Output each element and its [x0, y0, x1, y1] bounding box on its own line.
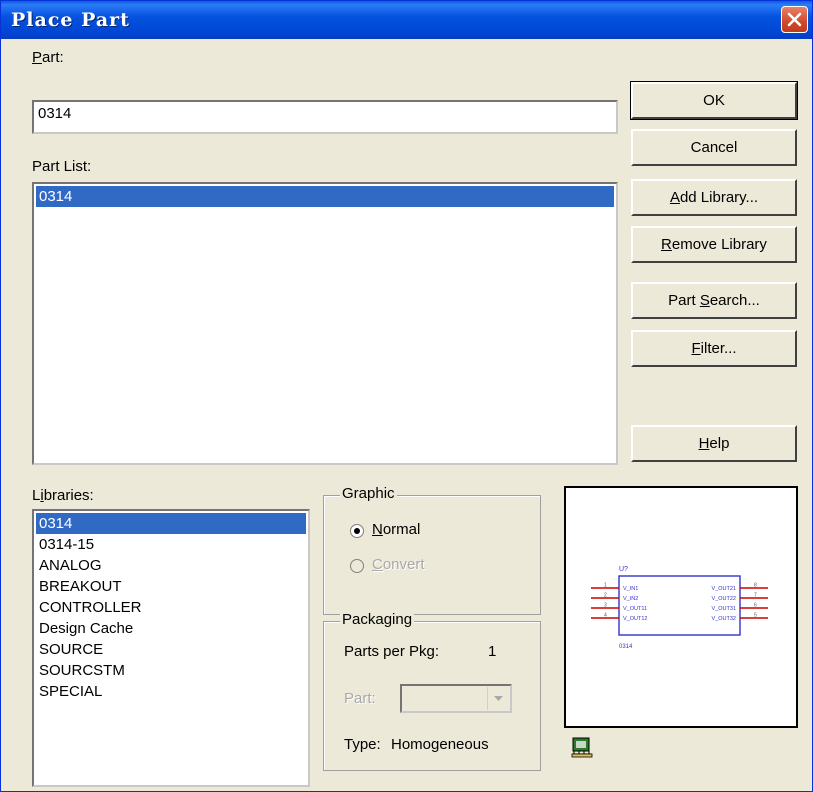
- part-list-item[interactable]: 0314: [36, 186, 614, 207]
- pin-name: V_OUT31: [712, 606, 736, 612]
- filter-button[interactable]: Filter...: [631, 330, 797, 367]
- pin-number: 1: [604, 583, 607, 589]
- part-label: Part:: [32, 49, 64, 66]
- close-icon: [787, 12, 802, 27]
- ok-button[interactable]: OK: [630, 81, 798, 120]
- library-item[interactable]: 0314: [36, 513, 306, 534]
- pin-number: 4: [604, 613, 607, 619]
- ref-designator: U?: [619, 566, 628, 573]
- part-list[interactable]: 0314: [32, 182, 618, 465]
- pin-name: V_OUT21: [712, 586, 736, 592]
- library-item[interactable]: SPECIAL: [36, 681, 306, 702]
- pin-number: 3: [604, 603, 607, 609]
- packaging-group-title: Packaging: [340, 611, 415, 628]
- library-item[interactable]: 0314-15: [36, 534, 306, 555]
- libraries-list[interactable]: 0314 0314-15 ANALOG BREAKOUT CONTROLLER Desig…: [32, 509, 310, 787]
- pin-name: V_OUT22: [712, 596, 736, 602]
- window-title: Place Part: [11, 9, 130, 31]
- library-item[interactable]: SOURCE: [36, 639, 306, 660]
- part-preview: U? V_IN1 V_OUT21 1 8 V_IN2 V_OUT22 2 7 V_OUT11 V_…: [564, 486, 798, 728]
- pin-name: V_OUT12: [623, 616, 647, 622]
- libraries-label: Libraries:: [32, 487, 94, 504]
- chevron-down-icon: [487, 687, 509, 710]
- add-library-button[interactable]: Add Library...: [631, 179, 797, 216]
- cancel-button[interactable]: Cancel: [631, 129, 797, 166]
- part-input[interactable]: 0314: [32, 100, 618, 134]
- pin-number: 2: [604, 593, 607, 599]
- parts-per-pkg-value: 1: [488, 643, 497, 660]
- help-button[interactable]: Help: [631, 425, 797, 462]
- pin-name: V_OUT32: [712, 616, 736, 622]
- pin-number: 6: [754, 603, 757, 609]
- library-item[interactable]: Design Cache: [36, 618, 306, 639]
- pin-number: 7: [754, 593, 757, 599]
- library-item[interactable]: ANALOG: [36, 555, 306, 576]
- part-select-label: Part:: [344, 690, 376, 707]
- part-select: [400, 684, 512, 713]
- type-label: Type:: [344, 736, 381, 753]
- pin-name: V_OUT11: [623, 606, 647, 612]
- convert-radio: [350, 559, 364, 573]
- package-icon: [571, 736, 593, 758]
- normal-radio[interactable]: [350, 524, 364, 538]
- schematic-symbol: U? V_IN1 V_OUT21 1 8 V_IN2 V_OUT22 2 7 V_OUT11 V_…: [591, 566, 768, 650]
- normal-radio-label[interactable]: Normal: [372, 521, 420, 538]
- packaging-group: Packaging Parts per Pkg: 1 Part: Type: H…: [323, 611, 541, 771]
- remove-library-button[interactable]: Remove Library: [631, 226, 797, 263]
- close-button[interactable]: [781, 6, 808, 33]
- part-search-button[interactable]: Part Search...: [631, 282, 797, 319]
- graphic-group-title: Graphic: [340, 485, 397, 502]
- pin-name: V_IN2: [623, 596, 638, 602]
- place-part-dialog: Place Part Part: 0314 Part List: 0314 OK…: [0, 0, 813, 792]
- library-item[interactable]: CONTROLLER: [36, 597, 306, 618]
- library-item[interactable]: SOURCSTM: [36, 660, 306, 681]
- pin-number: 8: [754, 583, 757, 589]
- part-list-label: Part List:: [32, 158, 92, 175]
- parts-per-pkg-label: Parts per Pkg:: [344, 643, 440, 660]
- pin-number: 5: [754, 613, 757, 619]
- graphic-group: Graphic Normal Convert: [323, 485, 541, 615]
- title-bar[interactable]: Place Part: [1, 1, 812, 39]
- library-item[interactable]: BREAKOUT: [36, 576, 306, 597]
- type-value: Homogeneous: [391, 736, 489, 753]
- convert-radio-label: Convert: [372, 556, 425, 573]
- part-value: 0314: [619, 644, 633, 650]
- pin-name: V_IN1: [623, 586, 638, 592]
- dialog-body: Part: 0314 Part List: 0314 OK Cancel Add…: [5, 39, 808, 787]
